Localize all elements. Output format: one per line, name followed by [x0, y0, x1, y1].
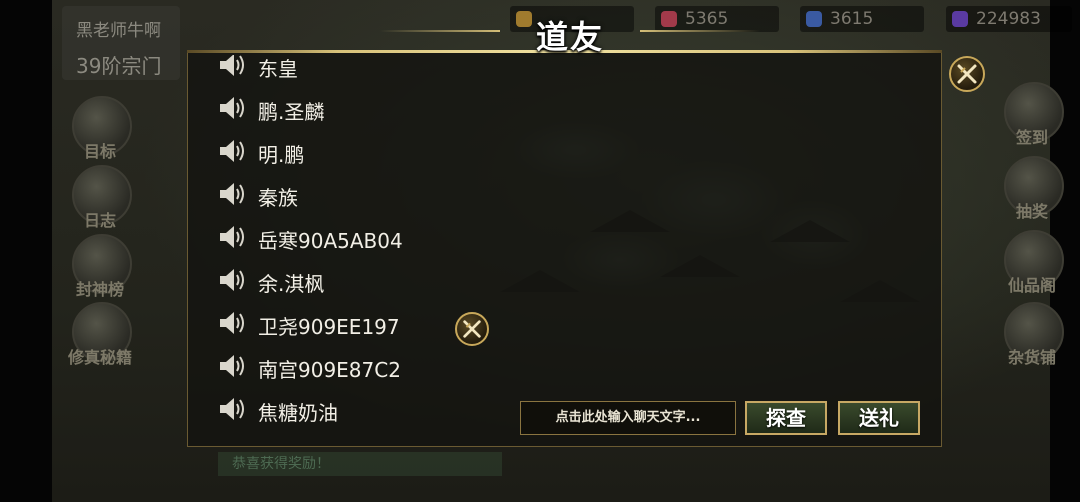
- resource-value: 5365: [685, 9, 729, 29]
- gift-button[interactable]: 送礼: [838, 401, 920, 435]
- resource-value: 224983: [976, 9, 1041, 29]
- friend-row[interactable]: 余.淇枫: [190, 260, 510, 300]
- inspect-button[interactable]: 探查: [745, 401, 827, 435]
- speaker-signal-icon: [220, 97, 244, 119]
- side-label-manual: 修真秘籍: [67, 348, 132, 367]
- speaker-signal-icon: [220, 226, 244, 248]
- panel-close-button[interactable]: [949, 56, 985, 92]
- side-label-log: 日志: [83, 211, 116, 230]
- resource-amethyst: 224983: [946, 6, 1072, 32]
- player-info[interactable]: 黑老师牛啊 39阶宗门: [62, 6, 180, 80]
- friend-name: 鹏.圣麟: [258, 100, 325, 124]
- system-notice: 恭喜获得奖励！: [218, 452, 502, 476]
- friend-name: 余.淇枫: [258, 272, 325, 296]
- side-label-shop: 仙品阁: [1007, 276, 1056, 295]
- friend-name: 秦族: [258, 186, 298, 210]
- speaker-signal-icon: [220, 183, 244, 205]
- friend-name: 岳寒90A5AB04: [258, 229, 403, 253]
- chat-input[interactable]: 点击此处输入聊天文字...: [520, 401, 736, 435]
- screen-edge-left: [0, 0, 52, 502]
- friend-name: 明.鹏: [258, 143, 305, 167]
- friend-name: 焦糖奶油: [258, 401, 338, 425]
- speaker-signal-icon: [220, 140, 244, 162]
- resource-ruby: 5365: [655, 6, 779, 32]
- friend-remove-button[interactable]: [455, 312, 489, 346]
- friend-row[interactable]: 秦族: [190, 174, 510, 214]
- side-label-rank: 封神榜: [75, 280, 124, 299]
- side-label-target: 目标: [83, 142, 116, 161]
- side-label-lottery: 抽奖: [1015, 202, 1048, 221]
- friend-name: 南宫909E87C2: [258, 358, 401, 382]
- friend-row[interactable]: 鹏.圣麟: [190, 88, 510, 128]
- speaker-signal-icon: [220, 398, 244, 420]
- speaker-signal-icon: [220, 355, 244, 377]
- side-label-store: 杂货铺: [1007, 348, 1056, 367]
- friend-row[interactable]: 岳寒90A5AB04: [190, 217, 510, 257]
- crossed-swords-close-icon: [957, 64, 977, 84]
- friend-row[interactable]: 东皇: [190, 55, 510, 85]
- crossed-swords-close-icon: [463, 320, 481, 338]
- speaker-signal-icon: [220, 55, 244, 76]
- ruby-icon: [661, 11, 677, 27]
- speaker-signal-icon: [220, 312, 244, 334]
- friend-name: 卫尧909EE197: [258, 315, 400, 339]
- side-label-signin: 签到: [1015, 128, 1048, 147]
- friend-list[interactable]: 东皇 鹏.圣麟 明.鹏 秦族 岳寒90A5AB04 余.淇枫 卫尧909EE19…: [190, 55, 510, 445]
- resource-value: 3615: [830, 9, 874, 29]
- player-sect: 39阶宗门: [76, 54, 162, 78]
- amethyst-icon: [952, 11, 968, 27]
- friend-row[interactable]: 焦糖奶油: [190, 389, 510, 429]
- sapphire-icon: [806, 11, 822, 27]
- player-name: 黑老师牛啊: [76, 21, 161, 41]
- title-ornament-right: [640, 30, 760, 32]
- panel-title: 道友: [535, 18, 604, 56]
- friend-row[interactable]: 明.鹏: [190, 131, 510, 171]
- title-ornament-left: [380, 30, 500, 32]
- friend-name: 东皇: [258, 57, 298, 81]
- resource-sapphire: 3615: [800, 6, 924, 32]
- friend-row[interactable]: 南宫909E87C2: [190, 346, 510, 386]
- speaker-signal-icon: [220, 269, 244, 291]
